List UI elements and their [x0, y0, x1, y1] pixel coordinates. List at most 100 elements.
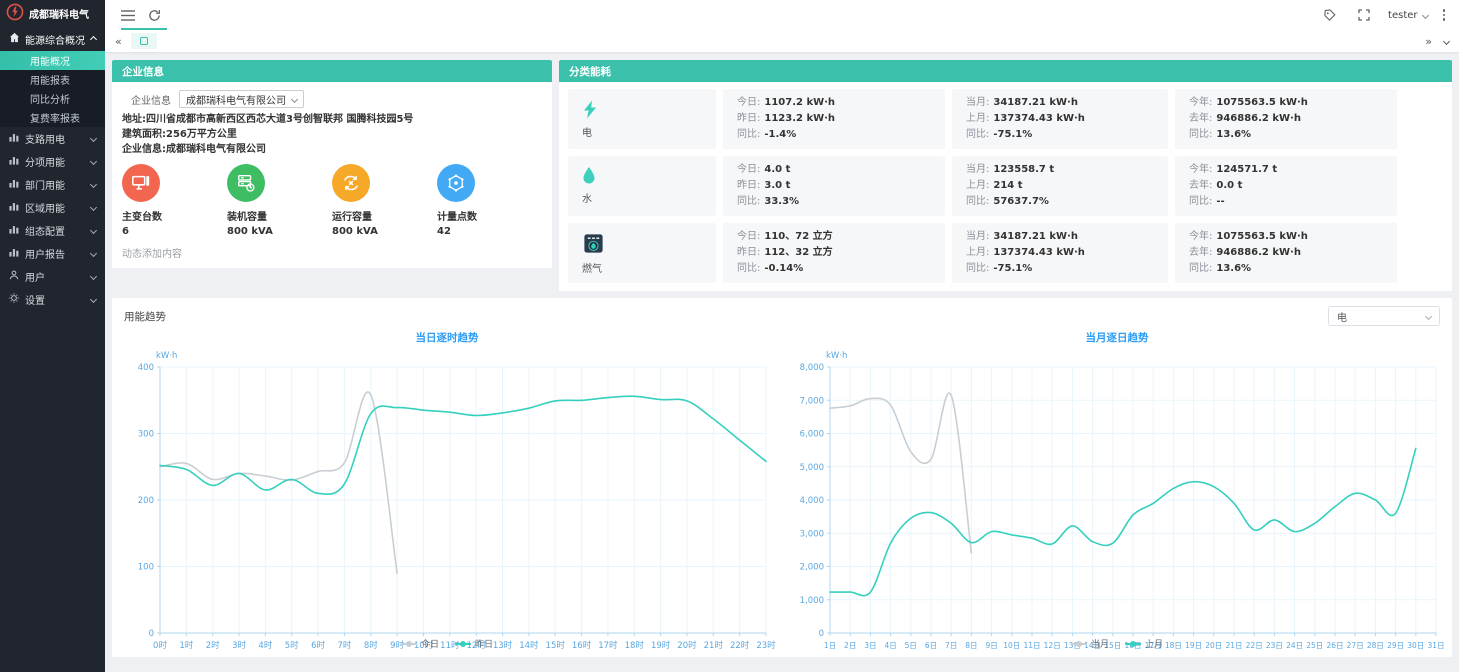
chevron-down-icon	[1425, 312, 1432, 319]
svg-text:5,000: 5,000	[800, 463, 824, 473]
chevron-up-icon	[90, 35, 97, 42]
svg-text:3日: 3日	[864, 641, 876, 650]
svg-text:19时: 19时	[651, 640, 671, 651]
daily-trend-chart: 当月逐日趋势 01,0002,0003,0004,0005,0006,0007,…	[782, 327, 1452, 657]
energy-type-select[interactable]: 电	[1328, 306, 1440, 326]
chevron-down-icon	[90, 158, 97, 165]
sidebar-item-energy-overview[interactable]: 用能概况	[0, 51, 105, 70]
username: tester	[1388, 10, 1417, 21]
company-select-label: 企业信息	[131, 92, 171, 107]
metric-key: 同比:	[1189, 263, 1212, 274]
metric-key: 同比:	[737, 129, 760, 140]
menu-label: 区域用能	[25, 200, 65, 215]
svg-text:22日: 22日	[1246, 641, 1263, 650]
company-select[interactable]: 成都瑞科电气有限公司	[179, 90, 304, 108]
metric-value: 57637.7%	[993, 196, 1049, 207]
legend-item[interactable]: 当月	[1071, 637, 1109, 650]
sidebar-item-settings[interactable]: 设置	[0, 288, 105, 311]
tag-icon[interactable]	[1318, 4, 1340, 26]
bar-chart-icon	[9, 155, 19, 168]
svg-text:4,000: 4,000	[800, 496, 824, 506]
svg-text:kW·h: kW·h	[156, 351, 177, 361]
metric-value: 1107.2 kW·h	[764, 97, 835, 108]
tabbar: « »	[105, 30, 1459, 53]
svg-text:21时: 21时	[704, 640, 724, 651]
svg-text:2日: 2日	[844, 641, 856, 650]
sidebar-item-energy-report[interactable]: 用能报表	[0, 70, 105, 89]
svg-text:0: 0	[149, 629, 154, 639]
enterprise-info-panel: 企业信息 企业信息 成都瑞科电气有限公司 地址:四川省成都市高新西区西芯大道3号…	[112, 60, 552, 268]
svg-text:2,000: 2,000	[800, 563, 824, 573]
tab-home[interactable]	[131, 33, 157, 49]
menu-label: 用户报告	[25, 246, 65, 261]
metric-key: 今日:	[737, 97, 760, 108]
user-menu[interactable]: tester	[1388, 10, 1427, 21]
chevron-down-icon	[90, 273, 97, 280]
legend-item[interactable]: 昨日	[455, 637, 493, 650]
panel-header: 分类能耗	[559, 60, 1452, 82]
tab-options-icon[interactable]	[1443, 37, 1450, 44]
sidebar-group-energy-overview[interactable]: 能源综合概况	[0, 27, 105, 51]
stat-installed-capacity: 装机容量 800 kVA	[227, 164, 332, 237]
metering-points-icon	[437, 164, 475, 202]
brand-logo: 成都瑞科电气	[0, 0, 105, 27]
chart-title: 当日逐时趋势	[112, 330, 782, 345]
legend-item[interactable]: 上月	[1125, 637, 1163, 650]
metric-value: 112、32 立方	[764, 247, 832, 258]
svg-text:4时: 4时	[258, 640, 272, 651]
panel-title: 分类能耗	[569, 64, 611, 79]
svg-text:7时: 7时	[337, 640, 351, 651]
enterprise-stats: 主变台数 6 装机容量 800 kVA	[122, 164, 542, 237]
svg-text:4日: 4日	[884, 641, 896, 650]
refresh-icon[interactable]	[143, 4, 165, 26]
sidebar-item-config[interactable]: 组态配置	[0, 219, 105, 242]
metric-value: -75.1%	[993, 129, 1032, 140]
content: 企业信息 企业信息 成都瑞科电气有限公司 地址:四川省成都市高新西区西芯大道3号…	[105, 53, 1459, 672]
scroll-tabs-left-icon[interactable]: «	[115, 36, 122, 47]
menu-label: 设置	[25, 292, 45, 307]
sidebar-item-department-energy[interactable]: 部门用能	[0, 173, 105, 196]
category-row-electricity: 电 今日:1107.2 kW·h 昨日:1123.2 kW·h 同比:-1.4%…	[568, 89, 1443, 149]
sidebar-item-user-report[interactable]: 用户报告	[0, 242, 105, 265]
hourly-trend-chart: 当日逐时趋势 0100200300400kW·h0时1时2时3时4时5时6时7时…	[112, 327, 782, 657]
metric-key: 今年:	[1189, 164, 1212, 175]
daily-trend-plot: 01,0002,0003,0004,0005,0006,0007,0008,00…	[782, 345, 1452, 657]
sidebar-group-label: 能源综合概况	[25, 32, 85, 47]
svg-text:20时: 20时	[677, 640, 697, 651]
category-type-card: 电	[568, 89, 716, 149]
stat-value: 42	[437, 226, 542, 237]
sidebar-item-yoy-analysis[interactable]: 同比分析	[0, 89, 105, 108]
company-info: 企业信息:成都瑞科电气有限公司	[122, 142, 542, 157]
svg-text:18日: 18日	[1165, 641, 1182, 650]
panel-header: 企业信息	[112, 60, 552, 82]
metric-value: 1075563.5 kW·h	[1216, 231, 1308, 242]
svg-text:8,000: 8,000	[800, 363, 824, 373]
bar-chart-icon	[9, 201, 19, 214]
svg-text:22时: 22时	[730, 640, 750, 651]
menu-label: 用户	[25, 269, 45, 284]
menu-label: 支路用电	[25, 131, 65, 146]
tab-icon	[140, 37, 148, 45]
svg-text:28日: 28日	[1367, 641, 1384, 650]
sidebar-item-subitem-energy[interactable]: 分项用能	[0, 150, 105, 173]
svg-text:6,000: 6,000	[800, 430, 824, 440]
svg-text:5日: 5日	[905, 641, 917, 650]
company-select-value: 成都瑞科电气有限公司	[186, 92, 286, 107]
sidebar-item-users[interactable]: 用户	[0, 265, 105, 288]
scroll-tabs-right-icon[interactable]: »	[1425, 36, 1432, 47]
legend-item[interactable]: 今日	[401, 637, 439, 650]
metric-key: 昨日:	[737, 247, 760, 258]
sidebar-item-rate-report[interactable]: 复费率报表	[0, 108, 105, 127]
svg-text:20日: 20日	[1205, 641, 1222, 650]
svg-text:1,000: 1,000	[800, 596, 824, 606]
sidebar-item-region-energy[interactable]: 区域用能	[0, 196, 105, 219]
fullscreen-icon[interactable]	[1353, 4, 1375, 26]
sidebar-item-branch-power[interactable]: 支路用电	[0, 127, 105, 150]
user-icon	[9, 270, 19, 283]
svg-text:29日: 29日	[1387, 641, 1404, 650]
metric-key: 当月:	[966, 97, 989, 108]
more-options-icon[interactable]	[1441, 7, 1448, 23]
svg-text:7日: 7日	[945, 641, 957, 650]
menu-fold-icon[interactable]	[117, 4, 139, 26]
svg-text:18时: 18时	[625, 640, 645, 651]
